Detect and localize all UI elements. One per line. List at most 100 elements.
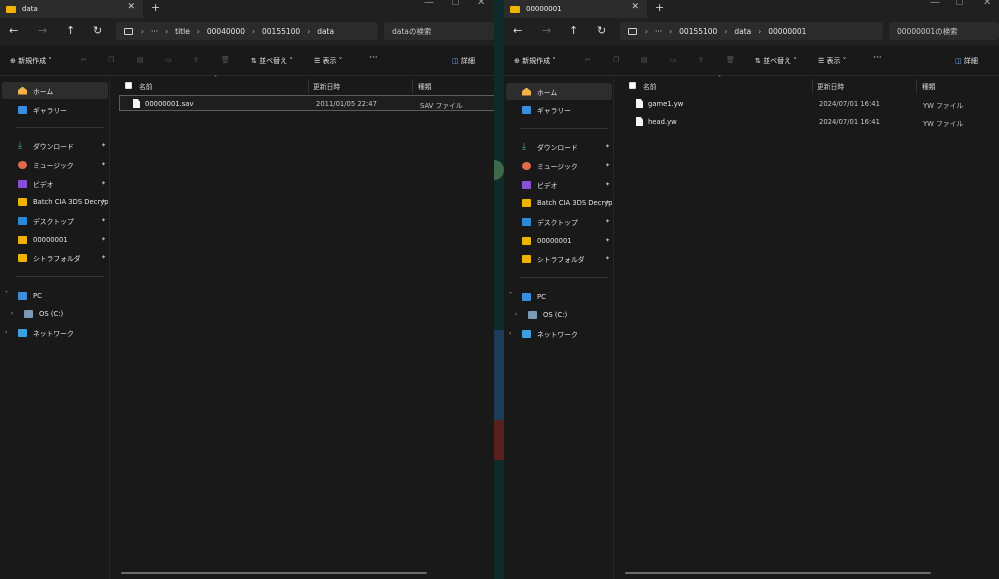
delete-icon[interactable]: 🗑 bbox=[726, 56, 735, 64]
sidebar-item-downloads[interactable]: ⤓ ダウンロード ✦ bbox=[506, 138, 612, 155]
close-window-icon[interactable]: ✕ bbox=[983, 0, 991, 8]
minimize-icon[interactable]: — bbox=[424, 0, 434, 8]
video-icon bbox=[18, 179, 27, 188]
share-icon[interactable]: ⇪ bbox=[193, 56, 199, 64]
sidebar-item-desktop[interactable]: デスクトップ ✦ bbox=[2, 212, 108, 229]
search-input[interactable]: 00000001の検索 bbox=[889, 22, 999, 40]
up-icon[interactable]: ↑ bbox=[66, 24, 75, 37]
refresh-icon[interactable]: ↻ bbox=[597, 24, 606, 37]
details-button[interactable]: ◫ 詳細 bbox=[955, 56, 978, 66]
sidebar-item-pc[interactable]: PC bbox=[506, 288, 612, 305]
rename-icon[interactable]: ▭ bbox=[165, 56, 172, 64]
sidebar-item-music[interactable]: ミュージック ✦ bbox=[506, 157, 612, 174]
sidebar-item-label: ビデオ bbox=[33, 180, 54, 189]
select-all-checkbox[interactable] bbox=[629, 82, 636, 89]
cut-icon[interactable]: ✂ bbox=[81, 56, 87, 64]
sidebar-item-home[interactable]: ホーム bbox=[506, 83, 612, 100]
forward-icon[interactable]: → bbox=[542, 24, 551, 37]
sidebar-item-downloads[interactable]: ⤓ ダウンロード ✦ bbox=[2, 137, 108, 154]
new-tab-icon[interactable]: + bbox=[151, 1, 160, 14]
column-header-type[interactable]: 種類 bbox=[922, 81, 936, 91]
breadcrumb-item[interactable]: title bbox=[175, 27, 190, 36]
copy-icon[interactable]: ❐ bbox=[613, 56, 619, 64]
sidebar-item-00000001[interactable]: 00000001 ✦ bbox=[506, 232, 612, 249]
paste-icon[interactable]: ▤ bbox=[137, 56, 144, 64]
maximize-icon[interactable]: ☐ bbox=[956, 0, 963, 7]
maximize-icon[interactable]: ☐ bbox=[452, 0, 459, 7]
sidebar-item-desktop[interactable]: デスクトップ ✦ bbox=[506, 213, 612, 230]
search-input[interactable]: dataの検索 bbox=[384, 22, 494, 40]
sort-button[interactable]: ⇅ 並べ替え ˅ bbox=[755, 56, 797, 66]
refresh-icon[interactable]: ↻ bbox=[93, 24, 102, 37]
tab-00000001[interactable]: 00000001 ✕ bbox=[504, 0, 647, 18]
sidebar-item-pc[interactable]: PC bbox=[2, 287, 108, 304]
breadcrumb-item[interactable]: data bbox=[734, 27, 751, 36]
sidebar-item-citra-folder[interactable]: シトラフォルダ ✦ bbox=[2, 249, 108, 266]
sidebar-item-network[interactable]: ネットワーク bbox=[2, 324, 108, 341]
column-header-type[interactable]: 種類 bbox=[418, 81, 432, 91]
close-window-icon[interactable]: ✕ bbox=[477, 0, 485, 8]
horizontal-scrollbar[interactable] bbox=[121, 572, 427, 574]
more-icon[interactable]: ··· bbox=[151, 27, 158, 36]
file-row[interactable]: 00000001.sav 2011/01/05 22:47 SAV ファイル bbox=[119, 95, 494, 111]
column-header-name[interactable]: 名前 bbox=[139, 81, 153, 91]
column-divider[interactable] bbox=[812, 79, 813, 93]
file-row[interactable]: game1.yw 2024/07/01 16:41 YW ファイル bbox=[623, 96, 993, 112]
minimize-icon[interactable]: — bbox=[930, 0, 940, 8]
column-header-date[interactable]: 更新日時 bbox=[817, 81, 844, 91]
column-divider[interactable] bbox=[412, 79, 413, 93]
paste-icon[interactable]: ▤ bbox=[641, 56, 648, 64]
forward-icon[interactable]: → bbox=[38, 24, 47, 37]
column-header-date[interactable]: 更新日時 bbox=[313, 81, 340, 91]
sidebar-item-home[interactable]: ホーム bbox=[2, 82, 108, 99]
details-button[interactable]: ◫ 詳細 bbox=[452, 56, 475, 66]
chevron-right-icon: › bbox=[669, 26, 673, 36]
select-all-checkbox[interactable] bbox=[125, 82, 132, 89]
sidebar-item-network[interactable]: ネットワーク bbox=[506, 325, 612, 342]
more-options-icon[interactable]: ··· bbox=[873, 53, 882, 63]
new-button[interactable]: ⊕ 新規作成 ˅ bbox=[10, 56, 52, 66]
new-button[interactable]: ⊕ 新規作成 ˅ bbox=[514, 56, 556, 66]
column-divider[interactable] bbox=[916, 79, 917, 93]
sidebar-item-videos[interactable]: ビデオ ✦ bbox=[2, 175, 108, 192]
sidebar-item-os-drive[interactable]: OS (C:) bbox=[506, 306, 612, 323]
sidebar-item-batch-cia[interactable]: Batch CIA 3DS Decrypt ✦ bbox=[506, 194, 612, 211]
breadcrumb-item[interactable]: 00000001 bbox=[768, 27, 806, 36]
cut-icon[interactable]: ✂ bbox=[585, 56, 591, 64]
sidebar-item-gallery[interactable]: ギャラリー bbox=[2, 101, 108, 118]
address-bar[interactable]: › ··· › title › 00040000 › 00155100 › da… bbox=[116, 22, 378, 40]
sort-button[interactable]: ⇅ 並べ替え ˅ bbox=[251, 56, 293, 66]
sidebar-item-videos[interactable]: ビデオ ✦ bbox=[506, 176, 612, 193]
copy-icon[interactable]: ❐ bbox=[108, 56, 114, 64]
view-button[interactable]: ☰ 表示 ˅ bbox=[818, 56, 846, 66]
close-tab-icon[interactable]: ✕ bbox=[631, 2, 639, 12]
sidebar-item-os-drive[interactable]: OS (C:) bbox=[2, 305, 108, 322]
breadcrumb-item[interactable]: data bbox=[317, 27, 334, 36]
file-row[interactable]: head.yw 2024/07/01 16:41 YW ファイル bbox=[623, 114, 993, 130]
breadcrumb-item[interactable]: 00040000 bbox=[207, 27, 245, 36]
sidebar-item-music[interactable]: ミュージック ✦ bbox=[2, 156, 108, 173]
new-tab-icon[interactable]: + bbox=[655, 1, 664, 14]
tab-data[interactable]: data ✕ bbox=[0, 0, 143, 18]
sidebar-item-00000001[interactable]: 00000001 ✦ bbox=[2, 231, 108, 248]
sidebar-item-citra-folder[interactable]: シトラフォルダ ✦ bbox=[506, 250, 612, 267]
column-header-name[interactable]: 名前 bbox=[643, 81, 657, 91]
sidebar-item-gallery[interactable]: ギャラリー bbox=[506, 101, 612, 118]
back-icon[interactable]: ← bbox=[513, 24, 522, 37]
sort-up-icon: ˄ bbox=[718, 75, 721, 82]
more-icon[interactable]: ··· bbox=[655, 27, 662, 36]
close-tab-icon[interactable]: ✕ bbox=[127, 2, 135, 12]
sidebar-item-batch-cia[interactable]: Batch CIA 3DS Decrypt ✦ bbox=[2, 193, 108, 210]
up-icon[interactable]: ↑ bbox=[569, 24, 578, 37]
horizontal-scrollbar[interactable] bbox=[625, 572, 931, 574]
back-icon[interactable]: ← bbox=[9, 24, 18, 37]
breadcrumb-item[interactable]: 00155100 bbox=[679, 27, 717, 36]
rename-icon[interactable]: ▭ bbox=[670, 56, 677, 64]
address-bar[interactable]: › ··· › 00155100 › data › 00000001 bbox=[620, 22, 883, 40]
more-options-icon[interactable]: ··· bbox=[369, 53, 378, 63]
delete-icon[interactable]: 🗑 bbox=[221, 56, 230, 64]
view-button[interactable]: ☰ 表示 ˅ bbox=[314, 56, 342, 66]
column-divider[interactable] bbox=[308, 79, 309, 93]
share-icon[interactable]: ⇪ bbox=[698, 56, 704, 64]
breadcrumb-item[interactable]: 00155100 bbox=[262, 27, 300, 36]
